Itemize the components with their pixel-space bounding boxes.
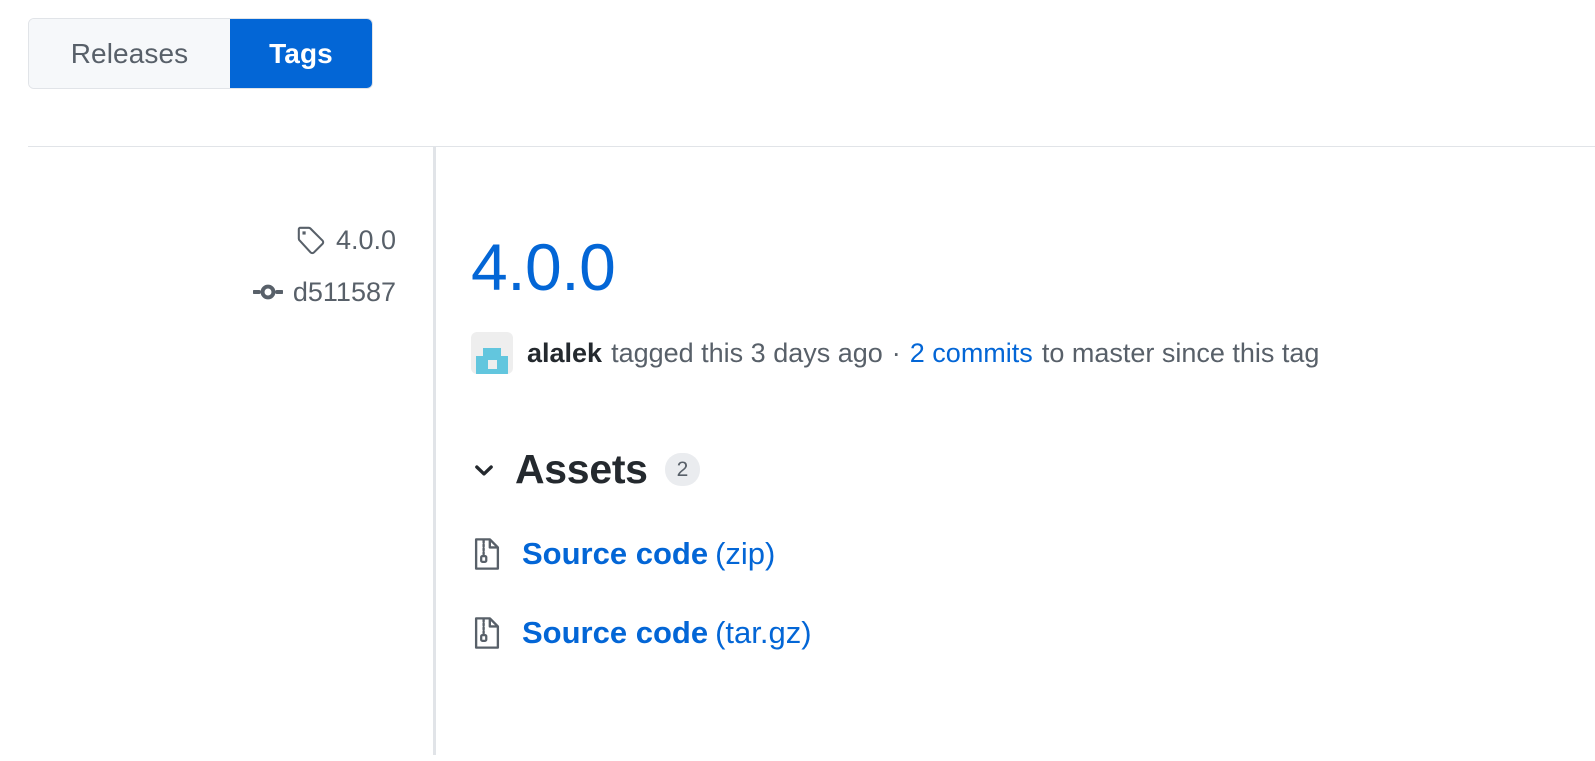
- release-detail: 4.0.0 alalek tagged this 3 days ago · 2 …: [471, 160, 1581, 651]
- release-title[interactable]: 4.0.0: [471, 232, 1581, 302]
- header-divider: [28, 146, 1595, 147]
- asset-row-zip[interactable]: Source code (zip): [471, 536, 1581, 572]
- commit-sha-row[interactable]: d511587: [0, 277, 396, 307]
- byline-trailing-text: to master since this tag: [1041, 337, 1320, 368]
- asset-link-zip[interactable]: Source code (zip): [522, 536, 775, 572]
- commit-sha-label: d511587: [292, 276, 396, 307]
- assets-count-badge: 2: [664, 453, 701, 487]
- tag-meta-sidebar: 4.0.0 d511587: [0, 225, 396, 329]
- author-link[interactable]: alalek: [527, 338, 602, 369]
- avatar[interactable]: [471, 332, 513, 375]
- tag-icon: [296, 225, 326, 255]
- tag-name-label: 4.0.0: [335, 224, 396, 255]
- asset-name-targz: Source code: [522, 615, 709, 651]
- assets-header[interactable]: Assets 2: [471, 446, 1581, 493]
- file-zip-icon: [471, 536, 503, 572]
- releases-tags-tabnav: Releases Tags: [28, 18, 373, 89]
- asset-ext-targz: (tar.gz): [715, 615, 812, 651]
- file-zip-icon: [471, 615, 503, 651]
- asset-link-targz[interactable]: Source code (tar.gz): [522, 615, 812, 651]
- tab-releases-label: Releases: [70, 37, 189, 69]
- release-byline: alalek tagged this 3 days ago · 2 commit…: [471, 332, 1581, 375]
- commits-link[interactable]: 2 commits: [910, 338, 1033, 369]
- tag-name-row[interactable]: 4.0.0: [0, 225, 396, 255]
- tab-tags-label: Tags: [269, 37, 333, 69]
- column-divider: [433, 147, 436, 755]
- tagged-action-text: tagged this 3 days ago: [611, 337, 883, 368]
- avatar-shape-center: [488, 360, 497, 370]
- avatar-shape-top: [483, 348, 501, 357]
- asset-name-zip: Source code: [522, 536, 709, 572]
- chevron-down-icon[interactable]: [471, 457, 497, 483]
- asset-ext-zip: (zip): [715, 536, 776, 572]
- asset-row-targz[interactable]: Source code (tar.gz): [471, 615, 1581, 651]
- git-commit-icon: [252, 277, 283, 307]
- tab-releases[interactable]: Releases: [29, 19, 230, 88]
- tab-tags[interactable]: Tags: [230, 19, 372, 88]
- assets-heading: Assets: [515, 446, 648, 493]
- byline-separator: ·: [891, 337, 901, 368]
